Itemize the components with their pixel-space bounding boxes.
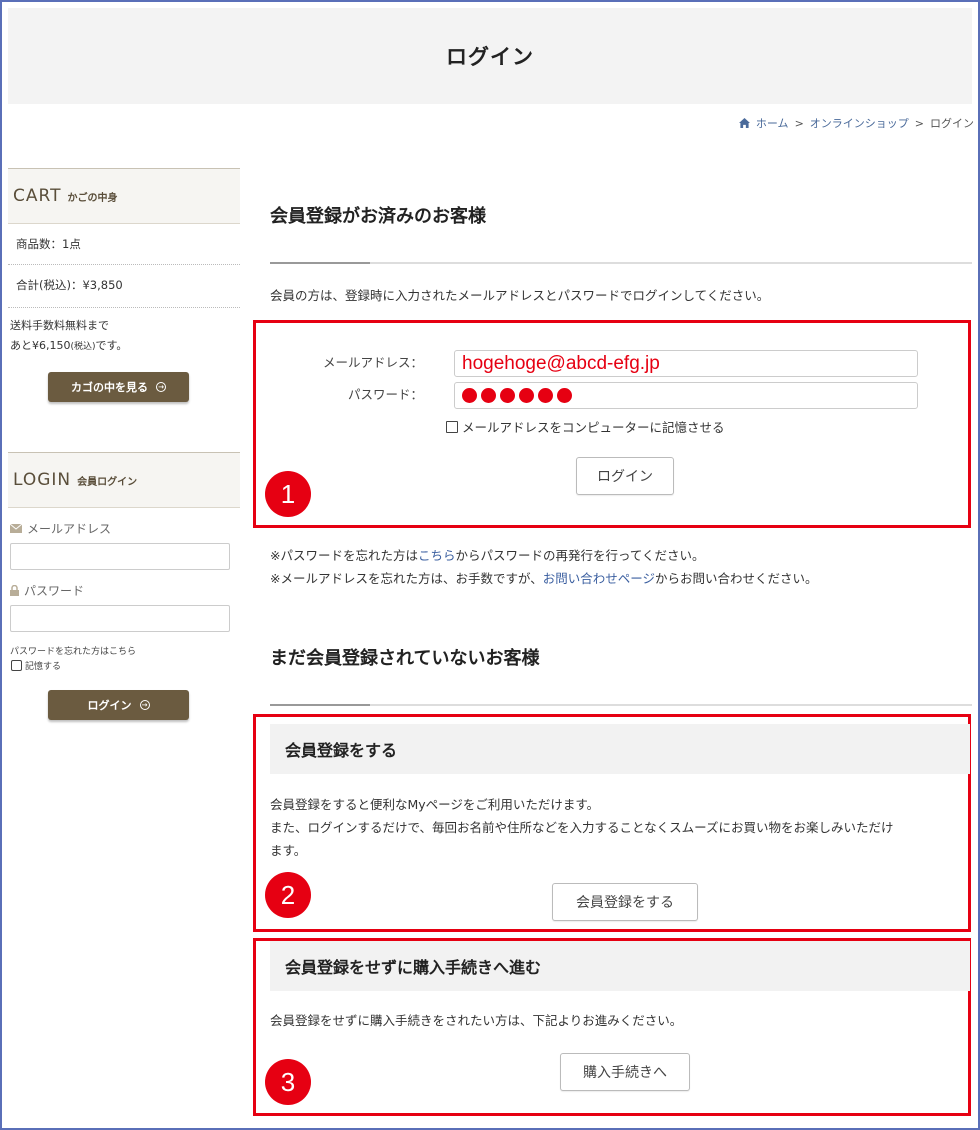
breadcrumb-current: ログイン — [930, 117, 974, 130]
remember-email-checkbox[interactable] — [446, 420, 458, 433]
cart-shipping-note: 送料手数料無料まで あと¥6,150(税込)です。 — [8, 308, 240, 357]
forgot-email-note: ※メールアドレスを忘れた方は、お手数ですが、お問い合わせページからお問い合わせく… — [270, 567, 818, 590]
arrow-circle-icon: → — [156, 382, 166, 392]
cart-heading: CART かごの中身 — [8, 168, 240, 224]
sidebar-remember-checkbox[interactable] — [11, 660, 22, 671]
envelope-icon — [10, 524, 22, 533]
member-intro: 会員の方は、登録時に入力されたメールアドレスとパスワードでログインしてください。 — [270, 288, 770, 303]
sidebar-password-label-text: パスワード — [24, 584, 85, 598]
page-title: ログイン — [446, 45, 534, 69]
breadcrumb-home-link[interactable]: ホーム — [756, 115, 789, 131]
shipping-line-1: 送料手数料無料まで — [10, 319, 109, 332]
cart-total: 合計(税込)：¥3,850 — [8, 265, 240, 308]
sidebar-email-input[interactable] — [10, 543, 230, 570]
forgot-password-link[interactable]: こちら — [418, 548, 456, 563]
home-icon — [738, 118, 750, 128]
register-button[interactable]: 会員登録をする — [552, 883, 698, 921]
shipping-line-2: あと¥6,150(税込)です。 — [10, 336, 238, 357]
step-badge-3: 3 — [265, 1059, 311, 1105]
email-label: メールアドレス： — [322, 355, 423, 370]
shipping-suffix: です。 — [95, 339, 128, 352]
sidebar-email-label: メールアドレス — [10, 520, 240, 537]
register-text-1: 会員登録をすると便利なMyページをご利用いただけます。 — [270, 797, 600, 812]
forgot-password-prefix: ※パスワードを忘れた方は — [270, 548, 418, 563]
view-cart-button[interactable]: カゴの中を見る → — [48, 372, 189, 402]
password-mask — [455, 383, 917, 403]
remember-email-label: メールアドレスをコンピューターに記憶させる — [462, 420, 725, 435]
register-text-3: ます。 — [270, 843, 307, 858]
shipping-remaining: あと¥6,150 — [10, 339, 71, 352]
guest-section-title: まだ会員登録されていないお客様 — [270, 648, 540, 669]
forgot-password-suffix: からパスワードの再発行を行ってください。 — [455, 548, 705, 563]
lock-icon — [10, 585, 19, 596]
shipping-tax: (税込) — [70, 342, 96, 352]
cart-subtitle: かごの中身 — [67, 192, 118, 204]
sidebar-login-button-label: ログイン — [87, 699, 132, 712]
register-heading: 会員登録をする — [270, 724, 970, 774]
arrow-circle-icon: → — [139, 700, 150, 710]
sidebar-remember[interactable]: 記憶する — [11, 659, 240, 672]
password-dot — [557, 388, 572, 403]
breadcrumb-shop-link[interactable]: オンラインショップ — [810, 115, 909, 131]
password-dot — [462, 388, 477, 403]
step-badge-1: 1 — [265, 471, 311, 517]
sidebar-login-button[interactable]: ログイン → — [48, 690, 189, 720]
sidebar-email-label-text: メールアドレス — [27, 522, 112, 536]
password-dot — [500, 388, 515, 403]
sidebar-password-label: パスワード — [10, 582, 240, 599]
checkout-button[interactable]: 購入手続きへ — [560, 1053, 690, 1091]
email-input[interactable]: hogehoge@abcd-efg.jp — [454, 350, 918, 377]
step-badge-2: 2 — [265, 872, 311, 918]
forgot-password-note: ※パスワードを忘れた方はこちらからパスワードの再発行を行ってください。 — [270, 544, 705, 567]
register-text-2: また、ログインするだけで、毎回お名前や住所などを入力することなくスムーズにお買い… — [270, 820, 894, 835]
breadcrumb-separator: > — [794, 116, 804, 130]
cart-title: CART — [13, 186, 62, 206]
sidebar-password-input[interactable] — [10, 605, 230, 632]
forgot-email-suffix: からお問い合わせください。 — [655, 571, 818, 586]
login-heading: LOGIN 会員ログイン — [8, 452, 240, 508]
breadcrumb-separator: > — [914, 116, 924, 130]
divider — [270, 704, 972, 706]
contact-page-link[interactable]: お問い合わせページ — [543, 571, 655, 586]
checkout-text: 会員登録をせずに購入手続きをされたい方は、下記よりお進みください。 — [270, 1013, 683, 1028]
forgot-email-prefix: ※メールアドレスを忘れた方は、お手数ですが、 — [270, 571, 543, 586]
page-header: ログイン — [8, 8, 972, 104]
password-dot — [538, 388, 553, 403]
login-title: LOGIN — [13, 470, 72, 490]
password-dot — [481, 388, 496, 403]
sidebar: CART かごの中身 商品数：1点 合計(税込)：¥3,850 送料手数料無料ま… — [8, 168, 240, 720]
login-button[interactable]: ログイン — [576, 457, 674, 495]
email-value: hogehoge@abcd-efg.jp — [462, 353, 660, 374]
remember-email[interactable]: メールアドレスをコンピューターに記憶させる — [446, 417, 725, 436]
password-input[interactable] — [454, 382, 918, 409]
view-cart-button-label: カゴの中を見る — [71, 381, 148, 394]
member-section-title: 会員登録がお済みのお客様 — [270, 206, 486, 227]
divider — [270, 262, 972, 264]
password-label: パスワード： — [347, 387, 423, 402]
checkout-heading: 会員登録をせずに購入手続きへ進む — [270, 941, 970, 991]
sidebar-forgot-password-link[interactable]: パスワードを忘れた方はこちら — [10, 644, 240, 657]
cart-item-count: 商品数：1点 — [8, 224, 240, 265]
sidebar-remember-label: 記憶する — [25, 662, 62, 672]
login-subtitle: 会員ログイン — [77, 476, 138, 488]
password-dot — [519, 388, 534, 403]
breadcrumb: ホーム > オンラインショップ > ログイン — [738, 115, 974, 131]
